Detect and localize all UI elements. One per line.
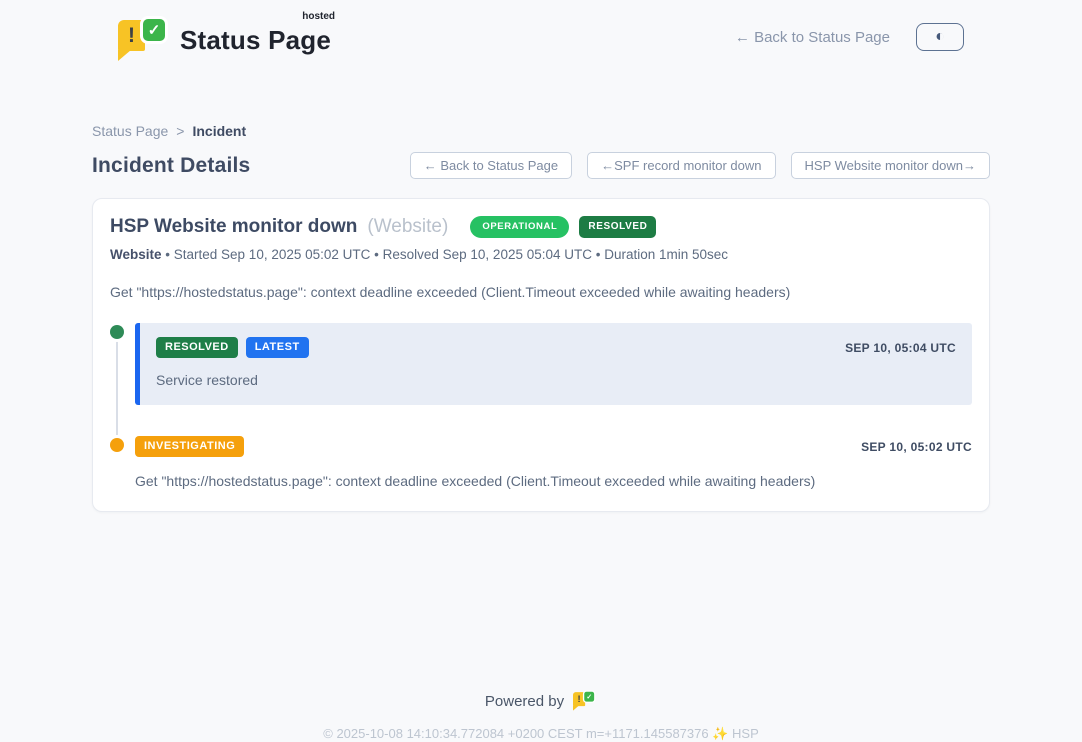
breadcrumb-status-page[interactable]: Status Page <box>92 123 168 139</box>
timeline-dot-orange <box>110 438 124 452</box>
incident-card: HSP Website monitor down (Website) OPERA… <box>92 198 990 512</box>
next-incident-button[interactable]: HSP Website monitor down→ <box>791 152 990 179</box>
timeline-timestamp: SEP 10, 05:02 UTC <box>861 440 972 454</box>
powered-by-label: Powered by <box>485 693 564 710</box>
logo-bubble-tail <box>118 50 131 61</box>
page-title: Incident Details <box>92 154 250 178</box>
logo-hosted-superscript: hosted <box>302 11 335 22</box>
status-page-logo[interactable]: ! ✓ hosted Status Page <box>118 13 331 61</box>
investigating-status-badge: INVESTIGATING <box>135 436 244 457</box>
breadcrumb-incident: Incident <box>192 123 246 139</box>
timeline-timestamp: SEP 10, 05:04 UTC <box>845 341 956 355</box>
timeline-entry-card: RESOLVED LATEST SEP 10, 05:04 UTC Servic… <box>135 323 972 405</box>
powered-by: Powered by ! ✓ <box>485 689 597 713</box>
meta-timestamps: • Started Sep 10, 2025 05:02 UTC • Resol… <box>165 247 728 262</box>
header: ! ✓ hosted Status Page ← Back to Status … <box>0 0 1082 61</box>
copyright-text: © 2025-10-08 14:10:34.772084 +0200 CEST … <box>92 726 990 742</box>
incident-timeline: RESOLVED LATEST SEP 10, 05:04 UTC Servic… <box>110 323 972 489</box>
resolved-status-badge: RESOLVED <box>156 337 238 358</box>
operational-badge: OPERATIONAL <box>470 216 569 238</box>
incident-nav-buttons: ← Back to Status Page ←SPF record monito… <box>410 152 990 179</box>
timeline-message: Get "https://hostedstatus.page": context… <box>135 473 972 489</box>
status-page-logo-icon: ! ✓ <box>573 689 597 713</box>
latest-status-badge: LATEST <box>246 337 309 358</box>
logo-text: hosted Status Page <box>180 13 331 56</box>
timeline-entry-investigating: INVESTIGATING SEP 10, 05:02 UTC Get "htt… <box>110 436 972 489</box>
timeline-message: Service restored <box>156 372 956 388</box>
incident-meta: Website • Started Sep 10, 2025 05:02 UTC… <box>110 247 972 262</box>
meta-component-name: Website <box>110 247 162 262</box>
logo-check-icon: ✓ <box>140 16 168 44</box>
prev-incident-button[interactable]: ←SPF record monitor down <box>587 152 775 179</box>
logo-brand-name: Status Page <box>180 25 331 55</box>
timeline-dot-green <box>110 325 124 339</box>
breadcrumb: Status Page > Incident <box>92 123 990 139</box>
incident-description: Get "https://hostedstatus.page": context… <box>110 284 972 300</box>
status-page-logo-icon: ! ✓ <box>118 13 168 61</box>
logo-check-icon: ✓ <box>583 690 596 703</box>
back-to-status-page-button[interactable]: ← Back to Status Page <box>410 152 572 179</box>
back-to-status-page-link[interactable]: ← Back to Status Page <box>735 29 890 46</box>
half-circle-icon: ◐ <box>935 29 945 45</box>
resolved-badge: RESOLVED <box>579 216 656 238</box>
theme-toggle-button[interactable]: ◐ <box>916 23 964 51</box>
incident-component: (Website) <box>367 216 448 238</box>
footer: Powered by ! ✓ © 2025-10-08 14:10:34.772… <box>92 689 990 742</box>
timeline-entry-resolved: RESOLVED LATEST SEP 10, 05:04 UTC Servic… <box>110 323 972 405</box>
timeline-entry-plain: INVESTIGATING SEP 10, 05:02 UTC Get "htt… <box>135 436 972 489</box>
incident-title: HSP Website monitor down <box>110 216 357 238</box>
breadcrumb-separator: > <box>176 123 184 139</box>
main-content: Status Page > Incident Incident Details … <box>92 123 990 742</box>
logo-bubble-tail <box>573 706 579 711</box>
